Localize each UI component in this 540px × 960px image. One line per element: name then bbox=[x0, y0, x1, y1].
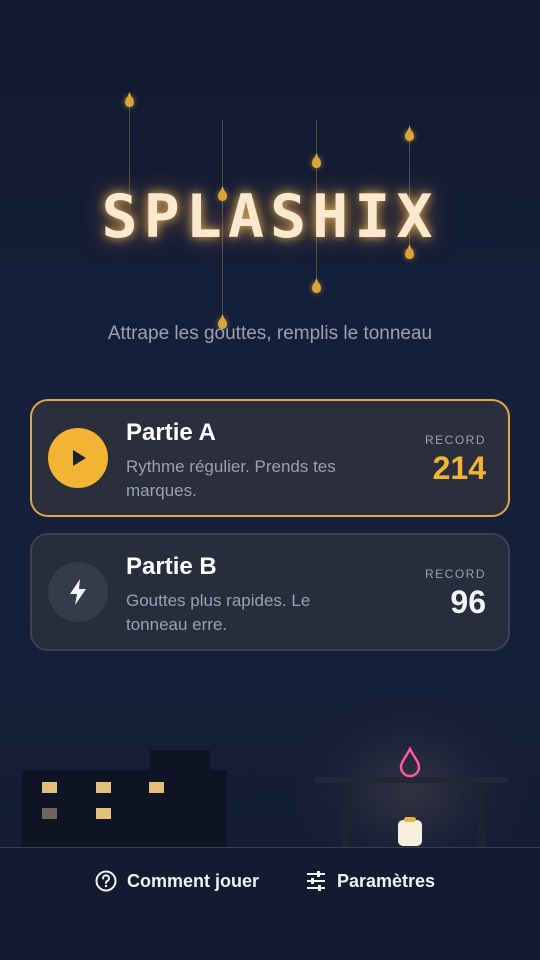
settings-button[interactable]: Paramètres bbox=[305, 870, 435, 892]
play-icon bbox=[73, 450, 86, 466]
record-value: 214 bbox=[432, 450, 486, 486]
drop-icon bbox=[125, 96, 134, 107]
settings-label: Paramètres bbox=[337, 870, 436, 891]
window bbox=[42, 782, 57, 793]
drop-icon bbox=[405, 130, 414, 141]
table-leg bbox=[478, 783, 486, 847]
record-label: RECORD bbox=[424, 567, 486, 581]
barrel bbox=[398, 817, 422, 846]
window bbox=[149, 782, 164, 793]
mode-name: Partie B bbox=[126, 553, 217, 580]
how-to-play-label: Comment jouer bbox=[127, 870, 260, 891]
lightning-icon bbox=[70, 579, 86, 605]
drop-neon-icon bbox=[399, 746, 421, 778]
mode-description: Gouttes plus rapides. Le tonneau erre. bbox=[126, 591, 311, 634]
record-value: 96 bbox=[450, 584, 486, 620]
lightning-button[interactable] bbox=[48, 562, 108, 622]
mode-description: Rythme régulier. Prends tes marques. bbox=[126, 457, 336, 500]
window bbox=[96, 808, 111, 819]
play-button[interactable] bbox=[48, 428, 108, 488]
bottom-bar bbox=[0, 848, 540, 960]
help-circle-icon bbox=[95, 870, 117, 892]
mode-card-b[interactable]: Partie B Gouttes plus rapides. Le tonnea… bbox=[30, 533, 510, 651]
game-title: SPLASHIX bbox=[101, 182, 439, 252]
mode-name: Partie A bbox=[126, 419, 216, 446]
drop-icon bbox=[312, 157, 321, 168]
drop-icon bbox=[312, 282, 321, 293]
city-scene bbox=[0, 680, 540, 890]
window bbox=[96, 782, 111, 793]
building bbox=[150, 750, 210, 847]
game-subtitle: Attrape les gouttes, remplis le tonneau bbox=[107, 323, 433, 344]
record-label: RECORD bbox=[424, 433, 486, 447]
window bbox=[42, 808, 57, 819]
sliders-icon bbox=[307, 871, 325, 891]
mode-card-a[interactable]: Partie A Rythme régulier. Prends tes mar… bbox=[30, 399, 510, 517]
how-to-play-button[interactable]: Comment jouer bbox=[95, 870, 259, 892]
table-leg bbox=[342, 783, 350, 847]
